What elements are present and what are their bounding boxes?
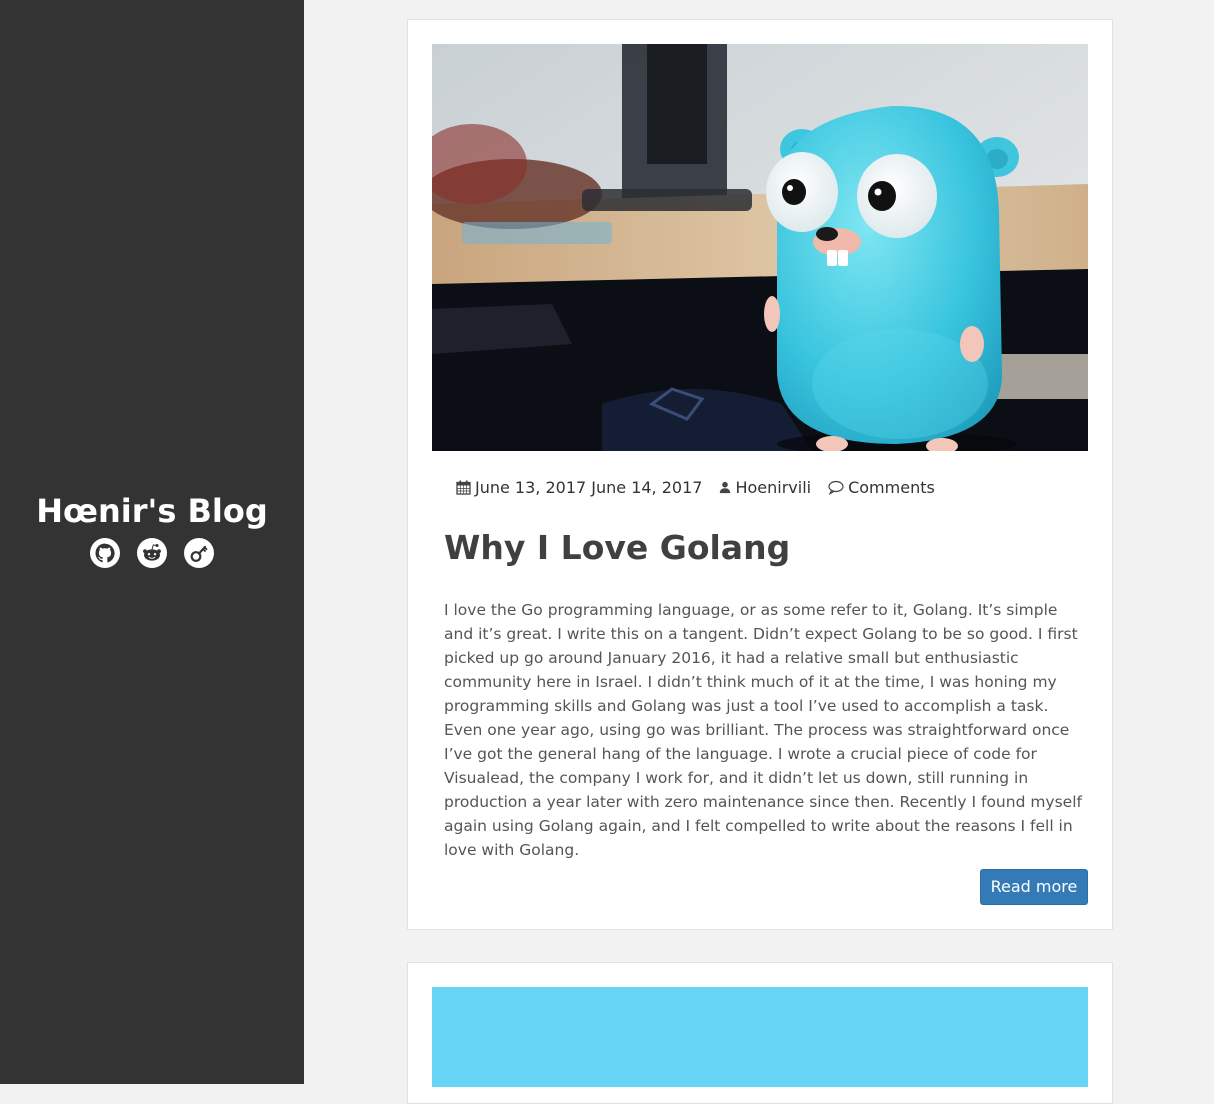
keybase-icon xyxy=(184,538,214,568)
post-card: June 13, 2017 June 14, 2017 Hoenirvili C… xyxy=(407,19,1113,930)
calendar-icon xyxy=(456,480,471,495)
reddit-icon xyxy=(137,538,167,568)
post-excerpt: I love the Go programming language, or a… xyxy=(444,601,1082,859)
post-comments: Comments xyxy=(828,478,935,497)
reddit-link[interactable] xyxy=(137,538,167,568)
user-icon xyxy=(720,481,731,493)
post-featured-image-next[interactable] xyxy=(432,987,1088,1087)
site-title[interactable]: Hœnir's Blog xyxy=(0,490,304,532)
comment-icon xyxy=(828,480,844,495)
post-meta: June 13, 2017 June 14, 2017 Hoenirvili C… xyxy=(456,476,952,498)
github-icon xyxy=(90,538,120,568)
post-featured-image[interactable] xyxy=(432,44,1088,451)
social-links xyxy=(0,538,304,568)
go-gopher-photo xyxy=(432,44,1088,451)
sidebar: Hœnir's Blog xyxy=(0,0,304,1084)
github-link[interactable] xyxy=(90,538,120,568)
post-date: June 13, 2017 June 14, 2017 xyxy=(456,478,702,497)
post-date-link[interactable]: June 13, 2017 June 14, 2017 xyxy=(475,478,702,497)
keybase-link[interactable] xyxy=(184,538,214,568)
post-author: Hoenirvili xyxy=(719,478,811,497)
post-title[interactable]: Why I Love Golang xyxy=(444,526,790,570)
read-more-button[interactable]: Read more xyxy=(980,869,1088,905)
post-author-link[interactable]: Hoenirvili xyxy=(735,478,811,497)
post-comments-link[interactable]: Comments xyxy=(848,478,935,497)
post-card-next xyxy=(407,962,1113,1104)
